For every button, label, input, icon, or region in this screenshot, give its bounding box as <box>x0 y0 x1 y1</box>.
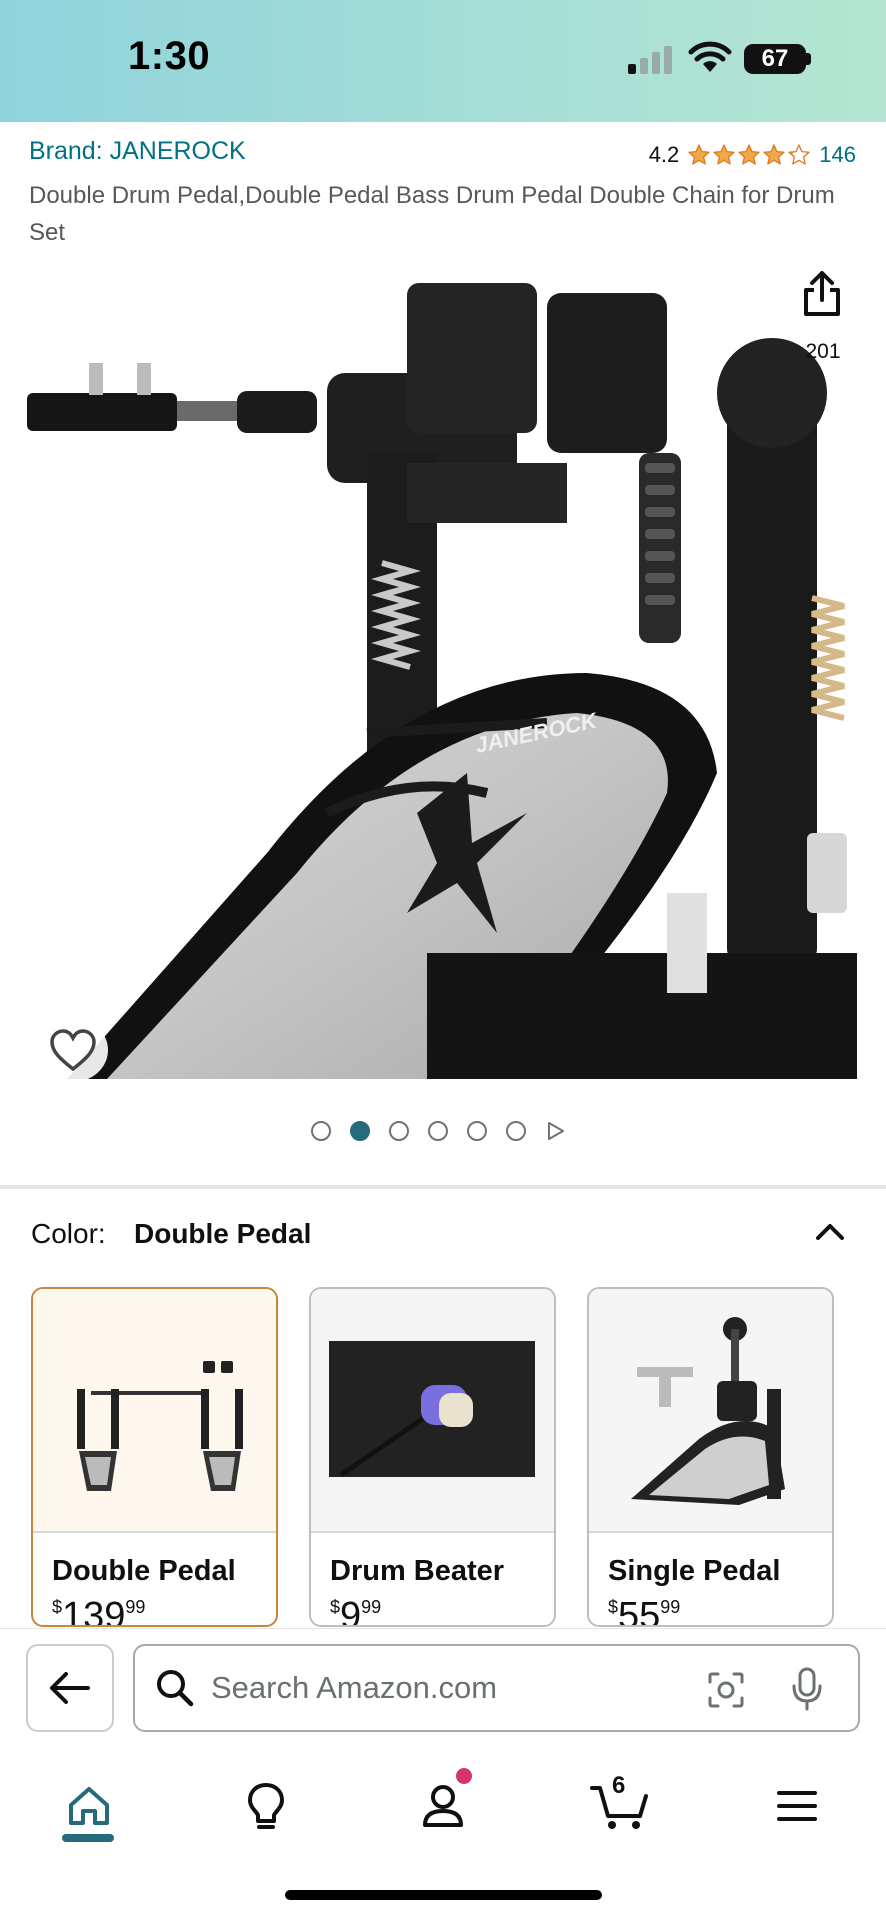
account-notification-badge <box>456 1768 472 1784</box>
cellular-signal-icon <box>628 42 674 74</box>
double-pedal-thumbnail <box>77 1361 243 1491</box>
cart-count: 6 <box>612 1772 626 1799</box>
variant-image <box>33 1289 276 1533</box>
status-bar: 1:30 67 <box>0 0 886 122</box>
battery-tip <box>806 53 811 65</box>
variant-price: $13999 <box>52 1595 146 1627</box>
price-whole: 55 <box>618 1595 661 1627</box>
share-icon[interactable] <box>796 268 848 320</box>
carousel-dot[interactable] <box>506 1121 526 1141</box>
color-variants: Double Pedal $13999 Drum Beater $999 Sin… <box>31 1287 886 1627</box>
variant-price: $5599 <box>608 1595 681 1627</box>
price-fraction: 99 <box>125 1597 146 1617</box>
variant-price: $999 <box>330 1595 382 1627</box>
carousel-dot[interactable] <box>389 1121 409 1141</box>
variant-image <box>589 1289 832 1533</box>
star-icon <box>738 144 760 165</box>
price-whole: 9 <box>340 1595 362 1627</box>
color-selected-value: Double Pedal <box>134 1218 312 1249</box>
variant-drum-beater[interactable]: Drum Beater $999 <box>309 1287 556 1627</box>
rating-stars <box>687 143 811 167</box>
star-icon <box>788 144 810 165</box>
rating-count[interactable]: 146 <box>819 142 856 168</box>
price-currency: $ <box>608 1597 619 1617</box>
heart-icon <box>50 1029 96 1072</box>
star-icon <box>763 144 785 165</box>
camera-search-icon[interactable] <box>706 1670 746 1710</box>
drum-pedal-image: JANEROCK <box>27 283 857 1079</box>
search-input[interactable] <box>209 1662 689 1714</box>
chevron-up-icon[interactable] <box>810 1212 850 1252</box>
lightbulb-icon <box>248 1783 284 1829</box>
variant-double-pedal[interactable]: Double Pedal $13999 <box>31 1287 278 1627</box>
wishlist-button[interactable] <box>38 1018 108 1082</box>
brand-link[interactable]: Brand: JANEROCK <box>29 137 246 166</box>
carousel-dot[interactable] <box>428 1121 448 1141</box>
play-icon[interactable] <box>545 1121 565 1141</box>
color-label: Color: <box>31 1218 106 1249</box>
account-icon <box>423 1785 463 1827</box>
single-pedal-thumbnail <box>631 1317 785 1505</box>
variant-single-pedal[interactable]: Single Pedal $5599 <box>587 1287 834 1627</box>
rating-value: 4.2 <box>648 142 680 167</box>
product-image[interactable]: JANEROCK <box>27 253 857 1079</box>
home-icon <box>69 1787 109 1825</box>
section-divider <box>0 1185 886 1189</box>
price-whole: 139 <box>62 1595 126 1627</box>
wifi-icon <box>688 41 732 72</box>
variant-name: Drum Beater <box>330 1555 505 1587</box>
image-carousel-dots <box>311 1121 565 1141</box>
home-active-indicator <box>62 1834 114 1842</box>
search-icon <box>157 1670 194 1707</box>
search-box[interactable] <box>133 1644 860 1732</box>
carousel-dot[interactable] <box>311 1121 331 1141</box>
drum-beater-thumbnail <box>329 1341 535 1478</box>
nav-home[interactable] <box>54 1774 124 1838</box>
nav-account[interactable] <box>408 1774 478 1838</box>
back-button[interactable] <box>26 1644 114 1732</box>
variant-name: Double Pedal <box>52 1555 236 1587</box>
carousel-dot[interactable] <box>467 1121 487 1141</box>
carousel-dot[interactable] <box>350 1121 370 1141</box>
price-fraction: 99 <box>361 1597 382 1617</box>
home-indicator[interactable] <box>285 1890 602 1900</box>
arrow-left-icon <box>50 1672 90 1704</box>
microphone-icon[interactable] <box>789 1666 825 1712</box>
variant-image <box>311 1289 554 1533</box>
rating[interactable]: 4.2 146 <box>649 142 856 168</box>
price-currency: $ <box>52 1597 63 1617</box>
price-currency: $ <box>330 1597 341 1617</box>
menu-icon <box>777 1791 817 1821</box>
share-count: 201 <box>805 340 841 363</box>
star-icon <box>713 144 735 165</box>
star-icon <box>688 144 710 165</box>
battery-indicator: 67 <box>744 44 806 74</box>
product-title: Double Drum Pedal,Double Pedal Bass Drum… <box>29 182 835 246</box>
nav-inspire[interactable] <box>231 1774 301 1838</box>
variant-name: Single Pedal <box>608 1555 781 1587</box>
nav-menu[interactable] <box>762 1774 832 1838</box>
status-time: 1:30 <box>128 34 211 78</box>
price-fraction: 99 <box>660 1597 681 1617</box>
